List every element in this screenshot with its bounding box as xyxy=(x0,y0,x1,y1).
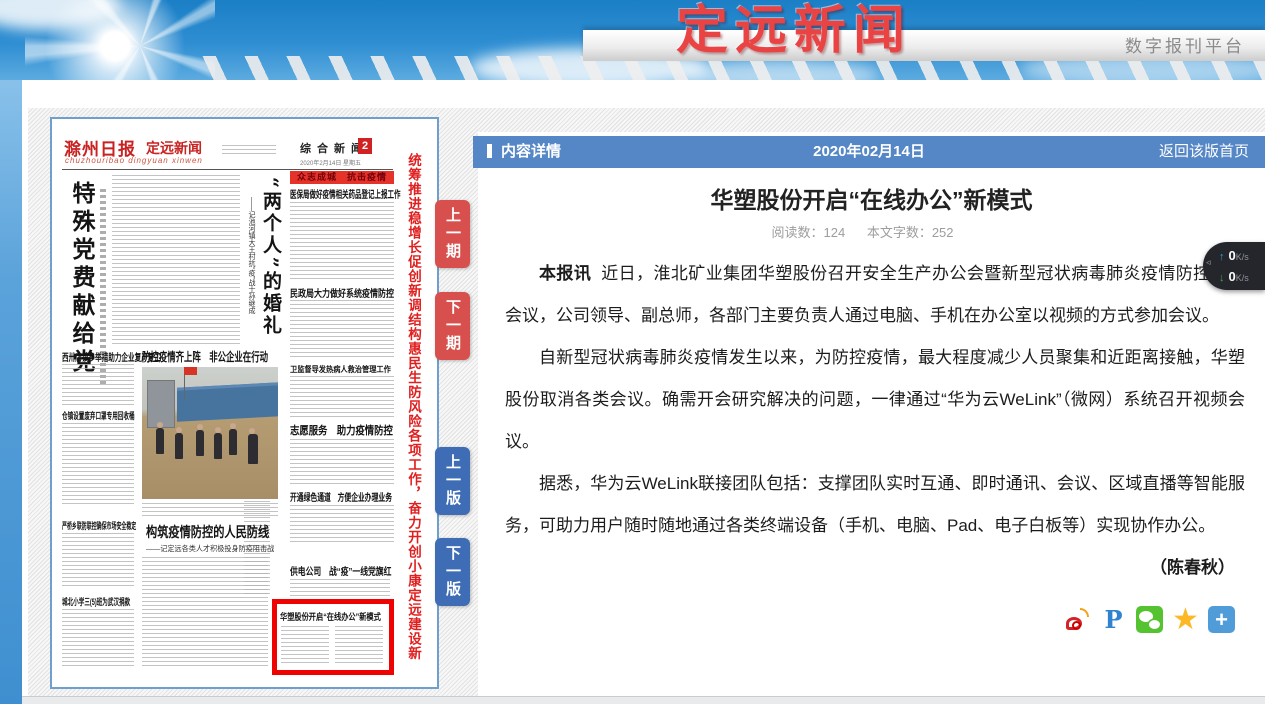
photo-person xyxy=(214,433,222,459)
simulated-text-block xyxy=(290,579,390,597)
read-count-value: 124 xyxy=(823,225,845,240)
banner-fight-epidemic: 众志成城 抗击疫情 xyxy=(290,171,394,184)
photo-person xyxy=(229,429,237,455)
down-arrow-icon: ↓ xyxy=(1219,272,1225,284)
upload-speed-row: ↑ 0K/s xyxy=(1219,245,1265,266)
up-arrow-icon: ↑ xyxy=(1219,251,1225,263)
upload-speed-value: 0 xyxy=(1229,248,1236,263)
simulated-text-block xyxy=(290,300,394,360)
article-body: 本报讯近日，淮北矿业集团华塑股份召开安全生产办公会暨新型冠状病毒肺炎疫情防控专题… xyxy=(505,253,1245,547)
article-panel: 华塑股份开启“在线办公”新模式 阅读数：124 本文字数：252 本报讯近日，淮… xyxy=(478,168,1265,696)
main-page: 滁州日报 定远新闻 chuzhouribao dingyuan xinwen 综… xyxy=(22,80,1265,704)
download-speed-value: 0 xyxy=(1229,269,1236,284)
lead-label: 本报讯 xyxy=(539,264,591,283)
headline-gouzhu-sub: ——记定远各类人才积极投身防疫阻击战 xyxy=(146,543,278,554)
site-header: 数字报刊平台 定远新闻 xyxy=(0,0,1265,80)
content-detail-bar: 内容详情 2020年02月14日 返回该版首页 xyxy=(473,136,1265,168)
selected-article-highlight[interactable]: 华塑股份开启“在线办公”新模式 xyxy=(272,599,394,675)
site-title: 定远新闻 xyxy=(676,0,912,62)
newspaper-page-number: 2 xyxy=(358,138,372,154)
photo-person xyxy=(175,433,183,459)
prev-page-button[interactable]: 上一版 xyxy=(435,447,470,515)
article-paragraph: 自新型冠状病毒肺炎疫情发生以来，为防控疫情，最大程度减少人员聚集和近距离接触，华… xyxy=(505,337,1245,463)
download-speed-row: ↓ 0K/s xyxy=(1219,266,1265,287)
simulated-text-block xyxy=(112,175,240,345)
simulated-text-block xyxy=(290,376,394,418)
word-count-label: 本文字数： xyxy=(867,225,932,240)
news-photo xyxy=(142,367,278,499)
upload-speed-unit: K/s xyxy=(1236,252,1249,262)
newspaper-date-line: 2020年2月14日 星期五 xyxy=(300,158,361,167)
top-striped-band xyxy=(478,108,1265,132)
headline-cang[interactable]: 仓镇设置废弃口罩专用回收桶 xyxy=(62,409,136,422)
headline-kaitong[interactable]: 开通绿色通道 方便企业办理业务 xyxy=(290,489,394,504)
masthead-divider xyxy=(62,169,393,170)
article-stats: 阅读数：124 本文字数：252 xyxy=(478,222,1265,241)
newspaper-page: 滁州日报 定远新闻 chuzhouribao dingyuan xinwen 综… xyxy=(62,129,427,677)
simulated-text-block xyxy=(335,626,383,666)
back-to-page-link[interactable]: 返回该版首页 xyxy=(1159,136,1249,168)
download-speed-unit: K/s xyxy=(1236,273,1249,283)
headline-chengbei[interactable]: 城北小学三(5)班为武汉捐款 xyxy=(62,595,136,608)
photo-person xyxy=(196,430,204,456)
platform-label: 数字报刊平台 xyxy=(1125,31,1245,62)
next-issue-button[interactable]: 下一期 xyxy=(435,292,470,360)
photo-caption-lines xyxy=(142,503,278,517)
photo-person xyxy=(248,434,258,464)
simulated-text-block xyxy=(222,145,276,157)
more-share-icon[interactable]: + xyxy=(1208,606,1235,633)
weibo-share-icon[interactable] xyxy=(1064,606,1091,633)
simulated-text-block xyxy=(142,557,268,669)
headline-minzheng[interactable]: 民政局大力做好系统疫情防控 xyxy=(290,285,394,300)
simulated-text-block xyxy=(62,423,134,505)
vertical-slogan: 统筹推进稳增长促创新调结构惠民生防风险各项工作，奋力开创小康定远建设新局面！ xyxy=(401,153,425,667)
headline-fangkong[interactable]: 防控疫情齐上阵 非公企业在行动 xyxy=(142,348,280,365)
headline-yibao[interactable]: 医保局做好疫情相关药品登记上报工作 xyxy=(290,186,394,201)
network-speed-widget[interactable]: ↑ 0K/s ↓ 0K/s xyxy=(1203,242,1265,290)
simulated-text-block xyxy=(62,533,134,589)
newspaper-masthead-sub: 定远新闻 xyxy=(146,138,202,158)
wechat-share-icon[interactable] xyxy=(1136,606,1163,633)
prev-issue-button[interactable]: 上一期 xyxy=(435,200,470,268)
newspaper-page-thumbnail[interactable]: 滁州日报 定远新闻 chuzhouribao dingyuan xinwen 综… xyxy=(50,117,439,689)
headline-huasu-selected[interactable]: 华塑股份开启“在线办公”新模式 xyxy=(280,610,386,623)
headline-zhiyuan[interactable]: 志愿服务 助力疫情防控 xyxy=(290,422,394,438)
headline-weijian[interactable]: 卫监督导发热病人救治管理工作 xyxy=(290,364,394,375)
simulated-text-block xyxy=(62,609,134,669)
headline-gongdian[interactable]: 供电公司 战“疫”一线党旗红 xyxy=(290,563,394,578)
headline-gouzhu[interactable]: 构筑疫情防控的人民防线 xyxy=(146,522,278,542)
share-toolbar: P ★ + xyxy=(1064,606,1235,633)
simulated-text-block xyxy=(290,202,394,282)
article-paragraph: 本报讯近日，淮北矿业集团华塑股份召开安全生产办公会暨新型冠状病毒肺炎疫情防控专题… xyxy=(505,253,1245,337)
headline-two-person-wedding-sub: ——记池河镇大王村抗“疫”战士孙继成 xyxy=(246,197,256,367)
simulated-text-block xyxy=(62,364,134,406)
next-page-button[interactable]: 下一版 xyxy=(435,538,470,606)
page-bottom-strip xyxy=(22,696,1265,704)
photo-shed xyxy=(147,380,174,428)
read-count-label: 阅读数： xyxy=(771,225,823,240)
article-paragraph: 据悉，华为云WeLink联接团队包括：支撑团队实时互通、即时通讯、会议、区域直播… xyxy=(505,463,1245,547)
newspaper-masthead-pinyin: chuzhouribao dingyuan xinwen xyxy=(65,156,203,165)
simulated-text-block xyxy=(290,439,394,485)
photo-person xyxy=(156,428,164,454)
paragraph-text: 近日，淮北矿业集团华塑股份召开安全生产办公会暨新型冠状病毒肺炎疫情防控专题会议，… xyxy=(505,264,1245,325)
simulated-text-block xyxy=(281,626,329,666)
photo-red-flag xyxy=(184,367,197,375)
word-count-value: 252 xyxy=(932,225,954,240)
headline-two-person-wedding[interactable]: “两个人”的婚礼 xyxy=(258,177,285,367)
simulated-text-block xyxy=(290,505,394,545)
headline-yanqiao[interactable]: 严桥乡联防联控确保市场安全稳定 xyxy=(62,519,136,532)
pengyou-share-icon[interactable]: P xyxy=(1100,606,1127,633)
qzone-share-icon[interactable]: ★ xyxy=(1172,606,1199,633)
pengyou-glyph: P xyxy=(1104,605,1122,634)
article-title: 华塑股份开启“在线办公”新模式 xyxy=(478,181,1265,215)
issue-date: 2020年02月14日 xyxy=(473,136,1265,168)
photo-blue-tarp xyxy=(177,383,278,423)
article-author: （陈春秋） xyxy=(478,553,1235,578)
